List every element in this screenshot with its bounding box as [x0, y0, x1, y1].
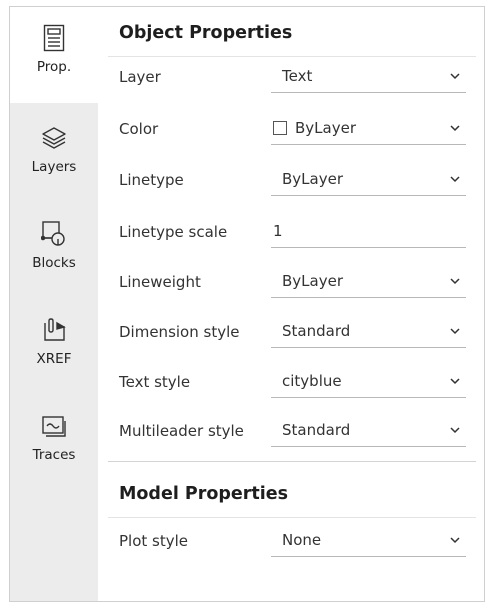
property-row-linetype-scale: Linetype scale 1 — [108, 207, 476, 257]
blocks-icon — [41, 219, 67, 249]
xref-icon — [41, 315, 67, 345]
dropdown-value: Standard — [282, 421, 351, 439]
properties-icon — [41, 23, 67, 53]
tab-traces-label: Traces — [32, 447, 76, 463]
tab-blocks-label: Blocks — [32, 255, 76, 271]
property-label: Linetype — [119, 171, 184, 189]
sidebar: Prop. Layers Blocks XREF Traces — [10, 7, 98, 601]
property-label: Layer — [119, 68, 161, 86]
dropdown-value: ByLayer — [282, 272, 343, 290]
property-row-layer: Layer Text — [108, 52, 476, 102]
linetype-dropdown[interactable]: ByLayer — [271, 163, 466, 196]
property-row-lineweight: Lineweight ByLayer — [108, 257, 476, 307]
dropdown-value: cityblue — [282, 372, 342, 390]
chevron-down-icon — [450, 537, 460, 544]
chevron-down-icon — [450, 427, 460, 434]
dimension-style-dropdown[interactable]: Standard — [271, 315, 466, 348]
chevron-down-icon — [450, 328, 460, 335]
chevron-down-icon — [450, 378, 460, 385]
property-row-linetype: Linetype ByLayer — [108, 155, 476, 205]
property-row-multileader-style: Multileader style Standard — [108, 406, 476, 456]
plot-style-dropdown[interactable]: None — [271, 524, 466, 557]
lineweight-dropdown[interactable]: ByLayer — [271, 265, 466, 298]
tab-layers-label: Layers — [31, 159, 77, 175]
chevron-down-icon — [450, 278, 460, 285]
color-dropdown[interactable]: ByLayer — [271, 112, 466, 145]
tab-properties[interactable]: Prop. — [10, 7, 98, 103]
object-properties-title: Object Properties — [119, 23, 293, 43]
tab-traces[interactable]: Traces — [10, 395, 98, 491]
dropdown-value: ByLayer — [295, 119, 356, 137]
property-label: Text style — [119, 373, 191, 391]
tab-blocks[interactable]: Blocks — [10, 203, 98, 299]
tab-xref-label: XREF — [36, 351, 72, 367]
layers-icon — [41, 123, 67, 153]
multileader-style-dropdown[interactable]: Standard — [271, 414, 466, 447]
color-swatch-icon — [273, 121, 287, 135]
section-divider — [108, 461, 476, 462]
dropdown-value: Standard — [282, 322, 351, 340]
dropdown-value: None — [282, 531, 322, 549]
chevron-down-icon — [450, 176, 460, 183]
property-row-text-style: Text style cityblue — [108, 357, 476, 407]
text-style-dropdown[interactable]: cityblue — [271, 365, 466, 398]
linetype-scale-input[interactable]: 1 — [271, 215, 466, 248]
properties-palette: Prop. Layers Blocks XREF Traces Object P… — [9, 6, 485, 602]
dropdown-value: Text — [282, 67, 313, 85]
chevron-down-icon — [450, 125, 460, 132]
property-label: Multileader style — [119, 422, 244, 440]
property-label: Color — [119, 120, 159, 138]
property-label: Plot style — [119, 532, 189, 550]
property-row-color: Color ByLayer — [108, 104, 476, 154]
property-label: Lineweight — [119, 273, 201, 291]
dropdown-value: ByLayer — [282, 170, 343, 188]
property-row-plot-style: Plot style None — [108, 516, 476, 566]
chevron-down-icon — [450, 73, 460, 80]
input-value: 1 — [273, 222, 283, 240]
layer-dropdown[interactable]: Text — [271, 60, 466, 93]
properties-panel: Object Properties Layer Text Color ByLay… — [108, 7, 476, 601]
property-label: Linetype scale — [119, 223, 228, 241]
model-properties-title: Model Properties — [119, 484, 289, 504]
traces-icon — [41, 411, 67, 441]
tab-layers[interactable]: Layers — [10, 107, 98, 203]
property-row-dimension-style: Dimension style Standard — [108, 307, 476, 357]
property-label: Dimension style — [119, 323, 240, 341]
tab-xref[interactable]: XREF — [10, 299, 98, 395]
tab-properties-label: Prop. — [36, 59, 72, 75]
